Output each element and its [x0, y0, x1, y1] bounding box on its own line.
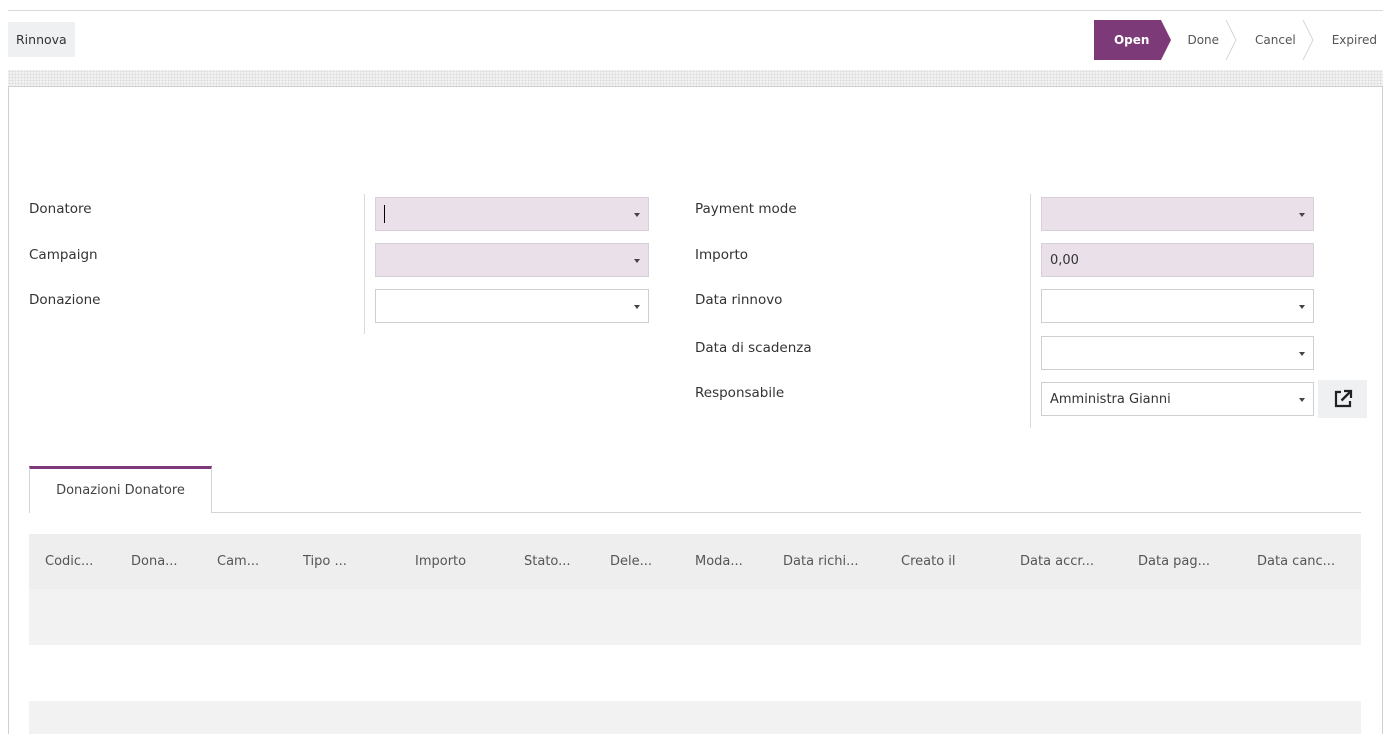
caret-down-icon[interactable] [634, 259, 640, 263]
external-link-icon [1334, 389, 1352, 408]
stage-cancel-label: Cancel [1255, 33, 1296, 47]
payment-mode-field[interactable] [1041, 197, 1314, 231]
data-scadenza-field[interactable] [1041, 336, 1314, 370]
campaign-field[interactable] [375, 243, 649, 277]
column-header-donatore[interactable]: Dona... [131, 534, 178, 589]
donazione-label: Donazione [29, 292, 101, 308]
stage-separator-icon [1225, 20, 1237, 60]
donazione-field[interactable] [375, 289, 649, 323]
stage-open-label: Open [1113, 33, 1150, 47]
column-header-creato-il[interactable]: Creato il [901, 534, 956, 589]
renew-button[interactable]: Rinnova [8, 22, 75, 57]
column-header-stato[interactable]: Stato... [524, 534, 571, 589]
donatore-field[interactable] [375, 197, 649, 231]
column-header-modalita[interactable]: Moda... [695, 534, 743, 589]
text-cursor [384, 205, 385, 223]
column-header-importo[interactable]: Importo [415, 534, 466, 589]
open-responsabile-button[interactable] [1318, 380, 1367, 418]
caret-down-icon[interactable] [1299, 213, 1305, 217]
importo-value: 0,00 [1050, 252, 1079, 268]
tab-bar-line [212, 512, 1361, 513]
stage-open[interactable]: Open [1093, 20, 1173, 60]
stage-expired[interactable]: Expired [1307, 20, 1381, 60]
column-header-data-richiesta[interactable]: Data richi... [783, 534, 859, 589]
responsabile-value: Amministra Gianni [1050, 391, 1171, 407]
column-header-codice[interactable]: Codic... [45, 534, 93, 589]
payment-mode-label: Payment mode [695, 201, 797, 217]
caret-down-icon[interactable] [1299, 305, 1305, 309]
caret-down-icon[interactable] [634, 213, 640, 217]
column-header-campaign[interactable]: Cam... [217, 534, 259, 589]
data-rinnovo-field[interactable] [1041, 289, 1314, 323]
column-header-data-cancellazione[interactable]: Data canc... [1257, 534, 1335, 589]
column-header-delegato[interactable]: Dele... [610, 534, 652, 589]
right-group-separator [1030, 194, 1031, 428]
importo-label: Importo [695, 247, 749, 263]
data-rinnovo-label: Data rinnovo [695, 292, 783, 308]
importo-field[interactable]: 0,00 [1041, 243, 1314, 277]
left-group-separator [364, 194, 365, 334]
table-row [29, 589, 1361, 645]
stage-done[interactable]: Done [1161, 20, 1237, 60]
caret-down-icon[interactable] [1299, 398, 1305, 402]
responsabile-label: Responsabile [695, 385, 785, 401]
top-divider [8, 10, 1383, 11]
data-scadenza-label: Data di scadenza [695, 340, 812, 356]
caret-down-icon[interactable] [634, 305, 640, 309]
table-header: Codic... Dona... Cam... Tipo ... Importo… [29, 534, 1361, 589]
column-header-data-accredito[interactable]: Data accr... [1020, 534, 1094, 589]
stage-expired-label: Expired [1331, 33, 1377, 47]
donatore-label: Donatore [29, 201, 92, 217]
column-header-data-pagamento[interactable]: Data pag... [1138, 534, 1210, 589]
tab-donazioni-donatore[interactable]: Donazioni Donatore [29, 466, 212, 513]
responsabile-field[interactable]: Amministra Gianni [1041, 382, 1314, 416]
stage-separator-icon [1302, 20, 1314, 60]
tab-donazioni-donatore-label: Donazioni Donatore [56, 483, 185, 498]
column-header-tipo[interactable]: Tipo ... [303, 534, 347, 589]
stage-cancel[interactable]: Cancel [1231, 20, 1314, 60]
table-row [29, 701, 1361, 734]
caret-down-icon[interactable] [1299, 352, 1305, 356]
campaign-label: Campaign [29, 247, 98, 263]
stage-done-label: Done [1187, 33, 1220, 47]
sheet-background-strip [8, 70, 1383, 86]
table-row [29, 645, 1361, 701]
status-bar: Open Done Cancel Expired [1093, 20, 1381, 60]
